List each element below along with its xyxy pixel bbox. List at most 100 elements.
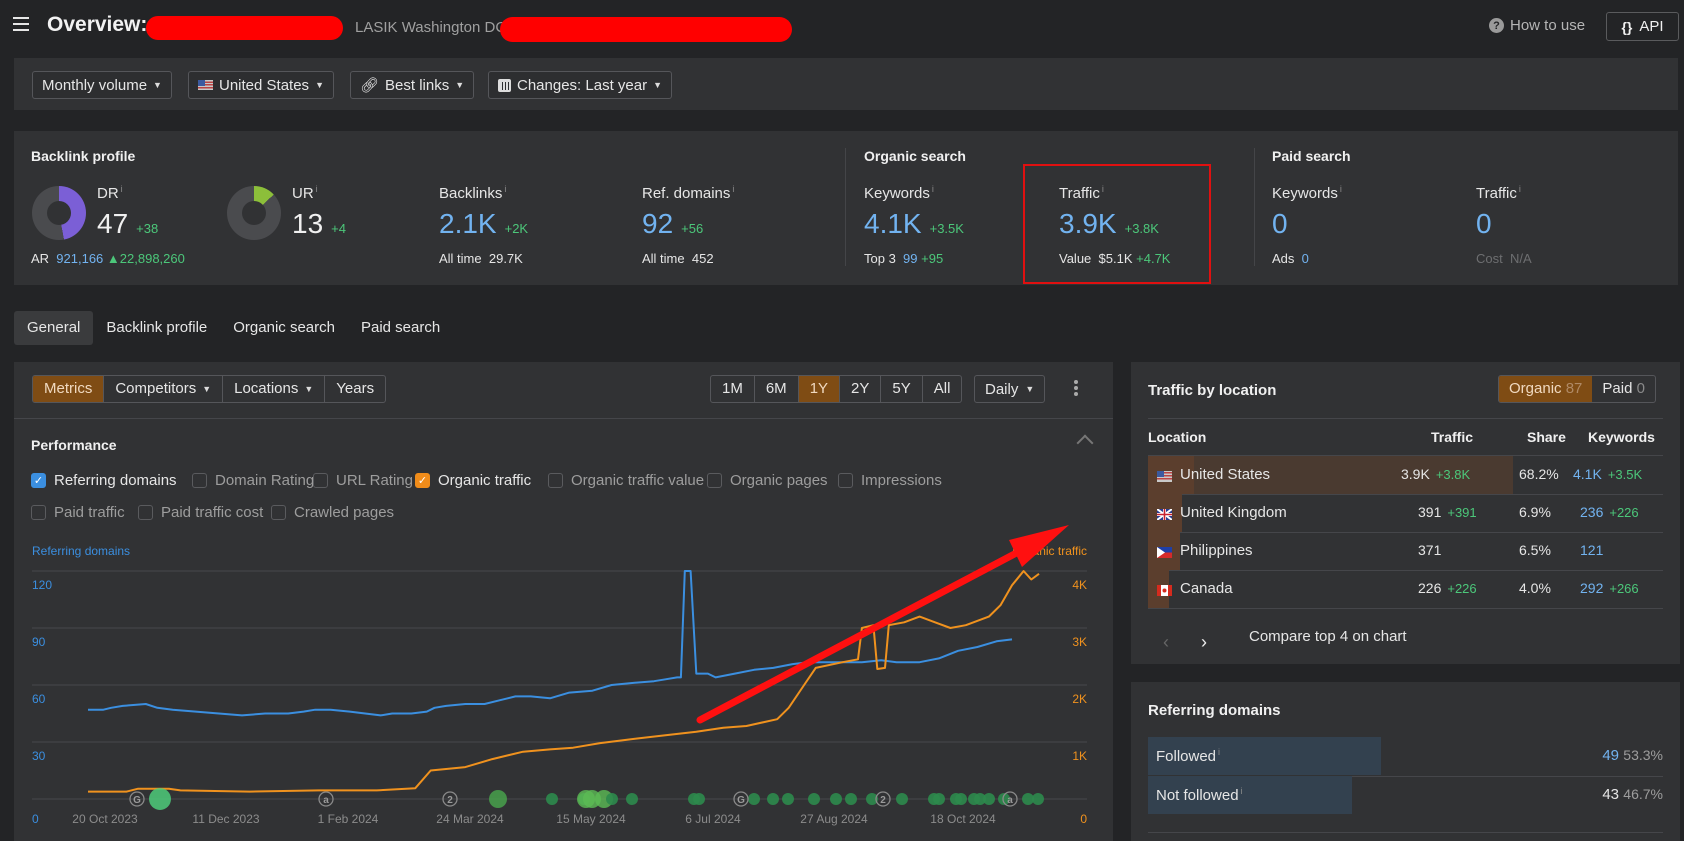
volume-dropdown[interactable]: Monthly volume ▼ (32, 71, 172, 99)
country-dropdown[interactable]: United States ▼ (188, 71, 334, 99)
dr-value: 47 +38 (97, 208, 159, 239)
traffic-cell: 391 +391 (1418, 504, 1477, 520)
range-6m[interactable]: 6M (753, 376, 798, 402)
tab-general[interactable]: General (14, 311, 94, 345)
traffic-cell: 226 +226 (1418, 580, 1477, 596)
link-icon: 🔗︎ (360, 77, 380, 94)
range-2y[interactable]: 2Y (839, 376, 880, 402)
referring-domain-row[interactable]: Followed i 49 53.3% (1148, 737, 1663, 775)
performance-title: Performance (31, 437, 117, 453)
tab-backlink-profile[interactable]: Backlink profile (93, 311, 220, 345)
row-value[interactable]: 49 (1602, 747, 1619, 764)
paid-traffic-label[interactable]: Traffic i (1476, 184, 1521, 202)
col-keywords[interactable]: Keywords (1588, 429, 1655, 445)
paid-toggle[interactable]: Paid 0 (1592, 376, 1655, 402)
range-all[interactable]: All (921, 376, 962, 402)
hamburger-menu-icon[interactable] (13, 17, 29, 31)
left-tick-label: 90 (32, 635, 46, 649)
location-row[interactable]: United Kingdom 391 +391 6.9% 236 +226 (1148, 494, 1663, 532)
us-flag-icon (1157, 469, 1172, 482)
api-label: API (1639, 18, 1664, 35)
prev-page-icon[interactable]: ‹ (1163, 632, 1169, 653)
api-button[interactable]: {} API (1606, 12, 1679, 41)
keywords-cell[interactable]: 121 (1580, 542, 1609, 558)
how-to-use-link[interactable]: ? How to use (1489, 17, 1585, 34)
volume-label: Monthly volume (42, 76, 148, 94)
event-marker (896, 793, 908, 805)
annotation-label: G (737, 795, 745, 806)
tab-paid-search[interactable]: Paid search (348, 311, 453, 345)
location-name[interactable]: United States (1180, 466, 1270, 483)
organic-toggle[interactable]: Organic 87 (1499, 376, 1593, 402)
mode-competitors[interactable]: Competitors ▼ (103, 376, 222, 402)
filter-bar: Monthly volume ▼ United States ▼ 🔗︎ Best… (14, 58, 1678, 110)
ref-domains-value[interactable]: 92 +56 (642, 208, 703, 240)
granularity-dropdown[interactable]: Daily ▼ (974, 375, 1046, 403)
event-marker (955, 793, 967, 805)
range-1m[interactable]: 1M (711, 376, 754, 402)
ur-delta: +4 (331, 221, 346, 236)
x-tick-label: 6 Jul 2024 (685, 812, 741, 826)
row-percent: 46.7% (1623, 786, 1663, 802)
location-name[interactable]: United Kingdom (1180, 504, 1287, 521)
triangle-up-icon: ▲ (106, 251, 120, 266)
mode-years[interactable]: Years (324, 376, 385, 402)
chevron-up-icon[interactable] (1076, 434, 1094, 452)
referring-domain-row[interactable]: Not followed i 43 46.7% (1148, 776, 1663, 814)
location-name[interactable]: Canada (1180, 580, 1233, 597)
organic-keywords-value[interactable]: 4.1K +3.5K (864, 208, 964, 240)
keywords-cell[interactable]: 236 +226 (1580, 504, 1639, 520)
ar-row: AR 921,166 ▲22,898,260 (31, 251, 185, 266)
event-marker (933, 793, 945, 805)
redacted-domain (146, 16, 343, 40)
changes-dropdown[interactable]: Changes: Last year ▼ (488, 71, 672, 99)
info-icon: i (1218, 747, 1221, 757)
checkbox-domain-rating[interactable]: Domain Rating (192, 472, 314, 489)
ads-row: Ads 0 (1272, 251, 1309, 266)
range-1y[interactable]: 1Y (797, 376, 840, 402)
left-tick-label: 30 (32, 749, 46, 763)
event-marker (1032, 793, 1044, 805)
organic-keywords-label[interactable]: Keywords i (864, 184, 934, 202)
mode-locations[interactable]: Locations ▼ (222, 376, 324, 402)
info-icon: i (315, 184, 318, 194)
checkbox-organic-traffic-value[interactable]: Organic traffic value (548, 472, 704, 489)
tab-organic-search[interactable]: Organic search (220, 311, 348, 345)
links-dropdown[interactable]: 🔗︎ Best links ▼ (350, 71, 475, 99)
ref-domains-label[interactable]: Ref. domains i (642, 184, 734, 202)
checkbox-organic-pages[interactable]: Organic pages (707, 472, 828, 489)
paid-keywords-value[interactable]: 0 (1272, 208, 1288, 240)
more-options-icon[interactable] (1074, 380, 1078, 398)
left-tick-label: 120 (32, 578, 52, 592)
backlinks-value[interactable]: 2.1K +2K (439, 208, 528, 240)
col-location[interactable]: Location (1148, 429, 1206, 445)
backlinks-label[interactable]: Backlinks i (439, 184, 506, 202)
traffic-cell: 371 (1418, 542, 1442, 558)
location-row[interactable]: Philippines 371 6.5% 121 (1148, 532, 1663, 570)
checkbox-referring-domains[interactable]: ✓ Referring domains (31, 472, 177, 489)
checkbox-impressions[interactable]: Impressions (838, 472, 942, 489)
paid-keywords-label[interactable]: Keywords i (1272, 184, 1342, 202)
x-tick-label: 24 Mar 2024 (436, 812, 504, 826)
col-traffic[interactable]: Traffic (1431, 429, 1473, 445)
ar-delta: 22,898,260 (119, 251, 185, 266)
event-marker (606, 793, 618, 805)
checkbox-label: Impressions (861, 472, 942, 489)
compare-top4-link[interactable]: Compare top 4 on chart (1249, 628, 1407, 645)
dr-label[interactable]: DR i (97, 184, 123, 202)
checkbox-url-rating[interactable]: URL Rating (313, 472, 413, 489)
location-row[interactable]: United States 3.9K +3.8K 68.2% 4.1K +3.5K (1148, 456, 1663, 494)
keywords-cell[interactable]: 4.1K +3.5K (1573, 466, 1642, 482)
keywords-cell[interactable]: 292 +266 (1580, 580, 1639, 596)
range-5y[interactable]: 5Y (880, 376, 921, 402)
ur-label[interactable]: UR i (292, 184, 318, 202)
paid-traffic-value[interactable]: 0 (1476, 208, 1492, 240)
info-icon: i (732, 184, 735, 194)
mode-metrics[interactable]: Metrics (33, 376, 104, 402)
next-page-icon[interactable]: › (1201, 632, 1207, 653)
location-row[interactable]: Canada 226 +226 4.0% 292 +266 (1148, 570, 1663, 608)
stats-panel: Backlink profile DR i 47 +38 AR 921,166 ▲2… (14, 131, 1678, 285)
col-share[interactable]: Share (1527, 429, 1566, 445)
checkbox-organic-traffic[interactable]: ✓ Organic traffic (415, 472, 531, 489)
location-name[interactable]: Philippines (1180, 542, 1253, 559)
